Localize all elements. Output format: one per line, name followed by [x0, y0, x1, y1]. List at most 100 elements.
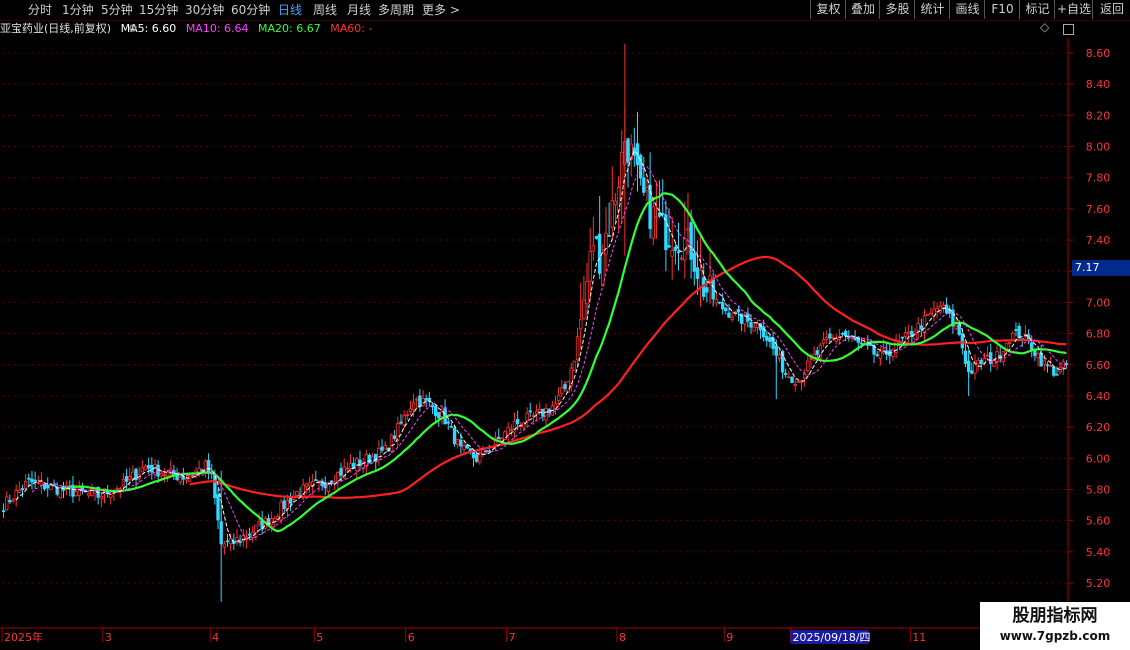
candle-body — [503, 431, 507, 441]
candle-body — [36, 481, 40, 484]
watermark-url: www.7gpzb.com — [999, 629, 1111, 643]
candle-body — [222, 543, 227, 548]
candle-body — [452, 428, 457, 445]
candle-body — [531, 414, 536, 417]
candle-body — [228, 538, 233, 545]
candle-body — [954, 325, 958, 330]
gear-icon[interactable]: ⚙ — [128, 20, 138, 38]
period-tab-4[interactable]: 30分钟 — [185, 2, 224, 18]
period-tab-0[interactable]: 分时 — [28, 2, 52, 18]
candle-body — [768, 337, 772, 342]
y-tick-label: 8.00 — [1086, 141, 1111, 154]
diamond-icon[interactable]: ◇ — [1040, 20, 1049, 34]
candle-body — [146, 464, 151, 469]
period-tab-5[interactable]: 60分钟 — [231, 2, 270, 18]
candle-body — [380, 446, 384, 451]
candle-body — [610, 200, 614, 228]
toolbar-button-3[interactable]: 统计 — [914, 0, 950, 19]
candle-body — [749, 322, 753, 328]
toolbar-button-8[interactable]: 返回 — [1092, 0, 1130, 19]
candle-body — [594, 235, 599, 239]
x-tick-label: 3 — [105, 631, 112, 644]
candle-body — [339, 468, 343, 476]
candle-body — [985, 354, 990, 357]
toolbar-button-4[interactable]: 画线 — [949, 0, 985, 19]
period-tab-1[interactable]: 1分钟 — [62, 2, 94, 18]
toolbar-button-1[interactable]: 叠加 — [845, 0, 880, 19]
candle-body — [424, 398, 428, 401]
ma60-label: MA60: - — [330, 22, 373, 35]
period-tab-9[interactable]: 多周期 — [378, 2, 414, 18]
toolbar-button-2[interactable]: 多股 — [879, 0, 915, 19]
candle-body — [784, 373, 788, 375]
candle-body — [8, 500, 12, 503]
y-tick-label: 7.40 — [1086, 234, 1111, 247]
candle-body — [563, 384, 567, 389]
candle-body — [14, 490, 18, 500]
stock-name-label[interactable]: 亚宝药业(日线,前复权) — [0, 22, 111, 35]
candle-body — [1007, 342, 1012, 345]
candle-body — [736, 309, 741, 313]
candle-body — [307, 482, 312, 487]
toolbar-button-7[interactable]: +自选 — [1054, 0, 1093, 19]
candle-body — [806, 360, 810, 372]
candle-body — [777, 354, 782, 359]
candle-body — [456, 439, 460, 446]
candle-body — [828, 333, 832, 339]
period-tab-10[interactable]: 更多 > — [422, 2, 460, 18]
period-tab-8[interactable]: 月线 — [347, 2, 371, 18]
candle-body — [87, 492, 91, 496]
toolbar-button-0[interactable]: 复权 — [810, 0, 846, 19]
candle-body — [509, 428, 514, 431]
candle-body — [809, 357, 813, 360]
x-tick-label: 11 — [912, 631, 926, 644]
ma5-line — [15, 150, 1067, 543]
candle-body — [591, 244, 596, 252]
y-tick-label: 6.20 — [1086, 421, 1111, 434]
candle-body — [642, 177, 646, 193]
candle-body — [941, 304, 946, 309]
candle-body — [282, 500, 286, 509]
candle-body — [821, 339, 826, 344]
candle-body — [109, 494, 113, 498]
ma60-line — [189, 255, 1067, 500]
candle-body — [840, 332, 845, 335]
x-tick-label: 9 — [726, 631, 733, 644]
candle-body — [134, 468, 138, 481]
period-tab-6[interactable]: 日线 — [278, 2, 302, 18]
candle-body — [714, 299, 719, 304]
candlestick-chart[interactable]: 8.608.408.208.007.807.607.407.207.006.80… — [0, 0, 1130, 650]
candle-body — [269, 518, 274, 525]
candle-body — [497, 436, 501, 440]
candle-body — [1001, 351, 1006, 362]
candle-body — [5, 496, 9, 510]
ma20-label: MA20: 6.67 — [258, 22, 321, 35]
candle-body — [654, 216, 659, 219]
candle-body — [437, 412, 441, 419]
period-tab-7[interactable]: 周线 — [313, 2, 337, 18]
candle-body — [396, 423, 400, 441]
candle-body — [793, 384, 797, 386]
toolbar-button-6[interactable]: 标记 — [1019, 0, 1055, 19]
ma10-label: MA10: 6.64 — [185, 22, 249, 35]
candle-body — [115, 488, 119, 490]
candle-body — [364, 454, 368, 467]
candle-body — [143, 465, 148, 471]
period-tab-2[interactable]: 5分钟 — [101, 2, 133, 18]
candle-body — [421, 398, 425, 406]
candle-body — [765, 335, 769, 341]
candle-body — [900, 336, 905, 339]
candle-body — [787, 376, 791, 379]
candle-body — [585, 280, 589, 305]
candle-body — [679, 257, 684, 260]
candle-body — [257, 521, 261, 525]
period-tab-3[interactable]: 15分钟 — [139, 2, 178, 18]
candle-body — [187, 475, 192, 483]
toolbar-button-5[interactable]: F10 — [984, 0, 1020, 19]
candle-body — [329, 480, 334, 484]
candle-body — [184, 478, 189, 481]
indicator-legend: 亚宝药业(日线,前复权) MA5: 6.60 MA10: 6.64 MA20: … — [0, 20, 1070, 38]
candle-body — [285, 499, 290, 510]
candle-body — [42, 483, 47, 490]
expand-icon[interactable] — [1063, 24, 1074, 35]
